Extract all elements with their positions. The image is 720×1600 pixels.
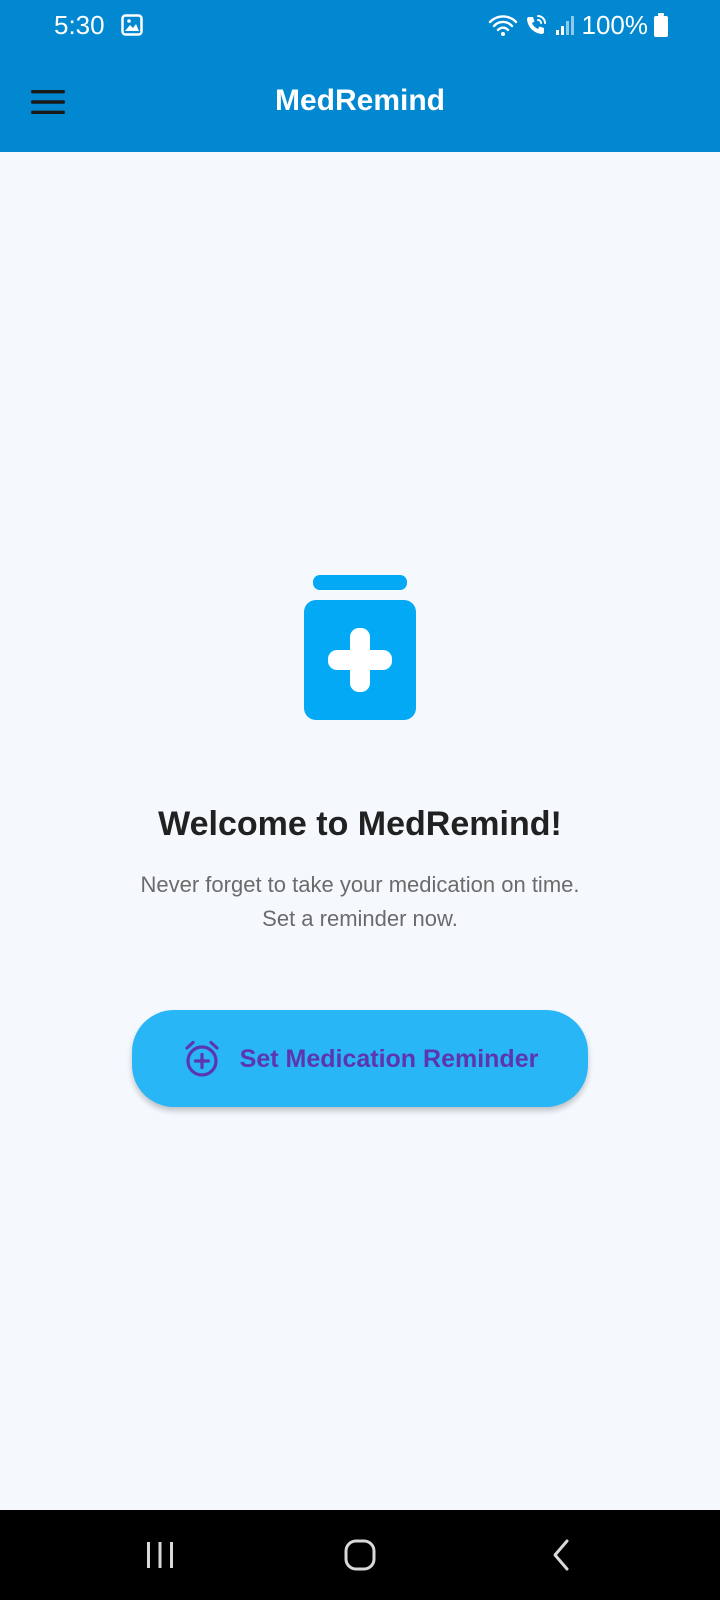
welcome-subtitle-line1: Never forget to take your medication on … — [140, 872, 580, 897]
home-button[interactable] — [330, 1530, 390, 1580]
set-medication-reminder-button[interactable]: Set Medication Reminder — [132, 1010, 588, 1107]
app-bar: MedRemind — [0, 50, 720, 152]
back-icon — [553, 1539, 569, 1571]
battery-icon — [654, 13, 668, 37]
status-time: 5:30 — [54, 10, 105, 40]
home-icon — [344, 1539, 376, 1571]
status-bar: 5:30 100% — [0, 0, 720, 50]
recent-apps-button[interactable] — [130, 1530, 190, 1580]
battery-percentage: 100% — [581, 10, 649, 40]
alarm-add-icon — [185, 1040, 219, 1077]
medicine-bottle-icon — [304, 575, 416, 720]
status-icons: 100% — [488, 10, 668, 40]
back-button[interactable] — [532, 1530, 592, 1580]
welcome-subtitle: Never forget to take your medication on … — [60, 868, 660, 936]
gallery-icon — [121, 14, 143, 36]
wifi-calling-icon — [526, 15, 546, 34]
welcome-subtitle-line2: Set a reminder now. — [262, 906, 458, 931]
recent-apps-icon — [147, 1542, 173, 1568]
set-medication-reminder-label: Set Medication Reminder — [239, 1044, 539, 1073]
system-navigation-bar — [0, 1510, 720, 1600]
app-title: MedRemind — [274, 84, 445, 117]
signal-icon — [555, 16, 574, 35]
wifi-icon — [488, 15, 517, 36]
welcome-title: Welcome to MedRemind! — [158, 805, 562, 843]
